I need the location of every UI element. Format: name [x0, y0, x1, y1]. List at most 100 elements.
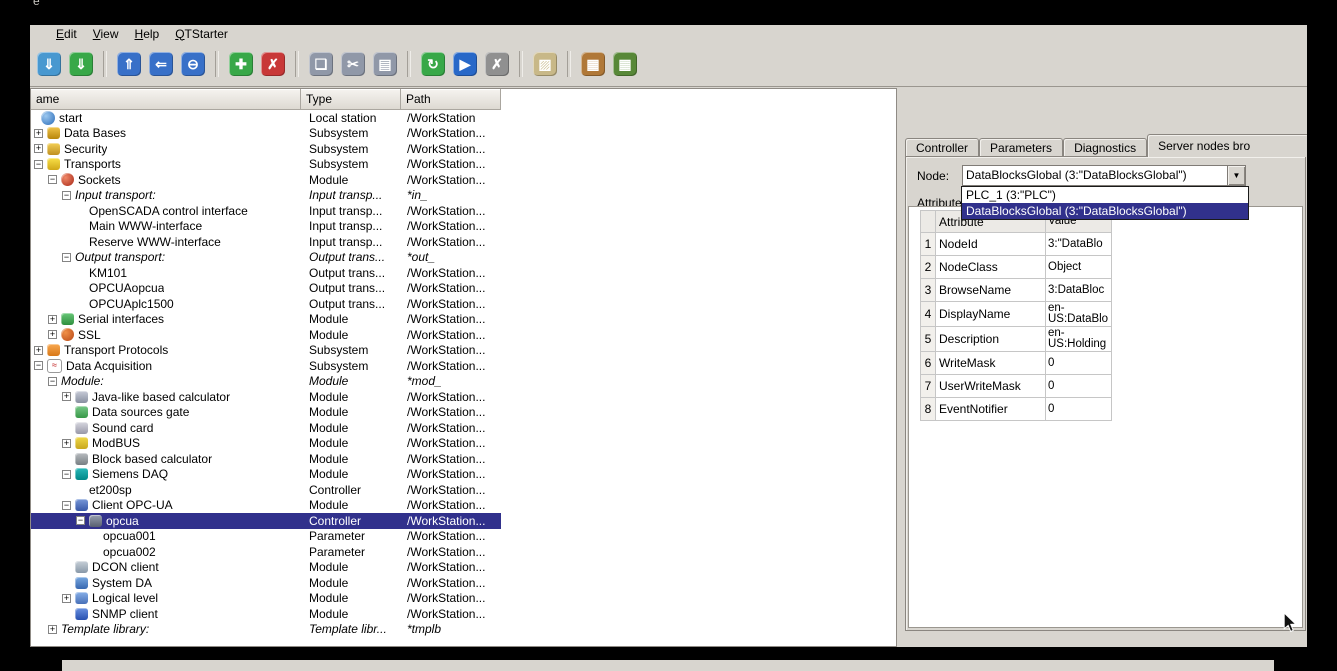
tree-row-dcon-client[interactable]: DCON clientModule/WorkStation... — [31, 560, 501, 576]
menu-item-help[interactable]: Help — [127, 26, 168, 42]
qtstarter-config-button[interactable]: ▦ — [578, 49, 608, 79]
tree-expander-minus-icon[interactable]: − — [34, 361, 43, 370]
tree-row-template-library[interactable]: +Template library:Template libr...*tmplb — [31, 622, 501, 638]
tree-row-data-sources-gate[interactable]: Data sources gateModule/WorkStation... — [31, 405, 501, 421]
tree-row-modbus[interactable]: +ModBUSModule/WorkStation... — [31, 436, 501, 452]
tree-item-path: /WorkStation... — [401, 607, 501, 621]
tree-row-output-transport[interactable]: −Output transport:Output trans...*out_ — [31, 250, 501, 266]
menu-item-qtstarter[interactable]: QTStarter — [167, 26, 236, 42]
tree-row-transports[interactable]: −TransportsSubsystem/WorkStation... — [31, 157, 501, 173]
tree-header-type[interactable]: Type — [301, 89, 401, 110]
tree-row-java-like-based-calculator[interactable]: +Java-like based calculatorModule/WorkSt… — [31, 389, 501, 405]
attr-row-writemask[interactable]: 6WriteMask0 — [921, 352, 1112, 375]
tree-expander-plus-icon[interactable]: + — [48, 315, 57, 324]
up-level-button[interactable]: ⇑ — [114, 49, 144, 79]
tree-expander-plus-icon[interactable]: + — [48, 625, 57, 634]
clean-button[interactable]: ▨ — [530, 49, 560, 79]
attributes-table: Attribute Value 1NodeId3:"DataBlo2NodeCl… — [920, 210, 1112, 421]
tree-row-km101[interactable]: KM101Output trans.../WorkStation... — [31, 265, 501, 281]
tree-row-opcua001[interactable]: opcua001Parameter/WorkStation... — [31, 529, 501, 545]
tree-expander-plus-icon[interactable]: + — [62, 392, 71, 401]
tree-expander-minus-icon[interactable]: − — [62, 191, 71, 200]
tree-row-data-bases[interactable]: +Data BasesSubsystem/WorkStation... — [31, 126, 501, 142]
copy-item-button[interactable]: ❏ — [306, 49, 336, 79]
delete-item-button[interactable]: ✗ — [258, 49, 288, 79]
tree-expander-minus-icon[interactable]: − — [34, 160, 43, 169]
tree-row-module[interactable]: −Module:Module*mod_ — [31, 374, 501, 390]
tree-row-sockets[interactable]: −SocketsModule/WorkStation... — [31, 172, 501, 188]
dropdown-item-plc-1-3-plc[interactable]: PLC_1 (3:"PLC") — [962, 187, 1248, 203]
load-from-db-button[interactable]: ⇓ — [34, 49, 64, 79]
qtstarter-launch-button[interactable]: ▦ — [610, 49, 640, 79]
start-button[interactable]: ▶ — [450, 49, 480, 79]
tree-row-start[interactable]: startLocal station/WorkStation — [31, 110, 501, 126]
toolbar-separator — [407, 51, 411, 77]
tree-expander-minus-icon[interactable]: − — [48, 175, 57, 184]
attr-row-browsename[interactable]: 3BrowseName3:DataBloc — [921, 279, 1112, 302]
tab-server-nodes-bro[interactable]: Server nodes bro — [1147, 134, 1307, 157]
tree-row-security[interactable]: +SecuritySubsystem/WorkStation... — [31, 141, 501, 157]
tree-row-system-da[interactable]: System DAModule/WorkStation... — [31, 575, 501, 591]
tree-row-et200sp[interactable]: et200spController/WorkStation... — [31, 482, 501, 498]
stop-button[interactable]: ✗ — [482, 49, 512, 79]
back-button[interactable]: ⇐ — [146, 49, 176, 79]
tree-row-transport-protocols[interactable]: +Transport ProtocolsSubsystem/WorkStatio… — [31, 343, 501, 359]
tree-expander-minus-icon[interactable]: − — [62, 501, 71, 510]
tree-header-path[interactable]: Path — [401, 89, 501, 110]
forward-button[interactable]: ⊖ — [178, 49, 208, 79]
attr-row-displayname[interactable]: 4DisplayNameen- US:DataBlo — [921, 302, 1112, 327]
tree-item-path: /WorkStation... — [401, 126, 501, 140]
attr-row-nodeid[interactable]: 1NodeId3:"DataBlo — [921, 233, 1112, 256]
tree-row-data-acquisition[interactable]: −Data AcquisitionSubsystem/WorkStation..… — [31, 358, 501, 374]
tab-diagnostics[interactable]: Diagnostics — [1063, 138, 1147, 157]
tab-controller[interactable]: Controller — [905, 138, 979, 157]
paste-item-button[interactable]: ▤ — [370, 49, 400, 79]
node-combobox[interactable]: DataBlocksGlobal (3:"DataBlocksGlobal") … — [962, 165, 1246, 186]
tree-expander-minus-icon[interactable]: − — [76, 516, 85, 525]
tree-row-input-transport[interactable]: −Input transport:Input transp...*in_ — [31, 188, 501, 204]
attr-row-nodeclass[interactable]: 2NodeClassObject — [921, 256, 1112, 279]
tree-expander-plus-icon[interactable]: + — [62, 594, 71, 603]
tree-row-client-opc-ua[interactable]: −Client OPC-UAModule/WorkStation... — [31, 498, 501, 514]
tree-item-label: Client OPC-UA — [92, 498, 173, 512]
tree-row-ssl[interactable]: +SSLModule/WorkStation... — [31, 327, 501, 343]
qtstarter-config-icon: ▦ — [581, 52, 605, 76]
tree-expander-minus-icon[interactable]: − — [48, 377, 57, 386]
dropdown-item-datablocksglobal-3-datablocksglobal[interactable]: DataBlocksGlobal (3:"DataBlocksGlobal") — [962, 203, 1248, 219]
arrow-forward-icon: ⊖ — [181, 52, 205, 76]
tree-expander-plus-icon[interactable]: + — [34, 144, 43, 153]
tree-expander-plus-icon[interactable]: + — [34, 129, 43, 138]
clean-icon: ▨ — [533, 52, 557, 76]
add-item-button[interactable]: ✚ — [226, 49, 256, 79]
save-to-db-button[interactable]: ⇓ — [66, 49, 96, 79]
tree-row-opcua002[interactable]: opcua002Parameter/WorkStation... — [31, 544, 501, 560]
tree-expander-minus-icon[interactable]: − — [62, 470, 71, 479]
attr-row-description[interactable]: 5Descriptionen- US:Holding — [921, 327, 1112, 352]
tree-row-openscada-control-interface[interactable]: OpenSCADA control interfaceInput transp.… — [31, 203, 501, 219]
tree-expander-plus-icon[interactable]: + — [62, 439, 71, 448]
chevron-down-icon[interactable]: ▼ — [1227, 166, 1245, 185]
tree-row-sound-card[interactable]: Sound cardModule/WorkStation... — [31, 420, 501, 436]
refresh-button[interactable]: ↻ — [418, 49, 448, 79]
tree-row-reserve-www-interface[interactable]: Reserve WWW-interfaceInput transp.../Wor… — [31, 234, 501, 250]
transports-icon — [47, 158, 60, 170]
tree-row-opcuaopcua[interactable]: OPCUAopcuaOutput trans.../WorkStation... — [31, 281, 501, 297]
tree-row-opcuaplc1500[interactable]: OPCUAplc1500Output trans.../WorkStation.… — [31, 296, 501, 312]
tree-row-logical-level[interactable]: +Logical levelModule/WorkStation... — [31, 591, 501, 607]
tree-header-name[interactable]: ame — [31, 89, 301, 110]
tree-row-snmp-client[interactable]: SNMP clientModule/WorkStation... — [31, 606, 501, 622]
tree-row-siemens-daq[interactable]: −Siemens DAQModule/WorkStation... — [31, 467, 501, 483]
tree-row-block-based-calculator[interactable]: Block based calculatorModule/WorkStation… — [31, 451, 501, 467]
tree-expander-plus-icon[interactable]: + — [34, 346, 43, 355]
tab-parameters[interactable]: Parameters — [979, 138, 1063, 157]
menu-item-edit[interactable]: Edit — [48, 26, 85, 42]
tree-row-main-www-interface[interactable]: Main WWW-interfaceInput transp.../WorkSt… — [31, 219, 501, 235]
attr-row-eventnotifier[interactable]: 8EventNotifier0 — [921, 398, 1112, 421]
cut-item-button[interactable]: ✂ — [338, 49, 368, 79]
tree-expander-plus-icon[interactable]: + — [48, 330, 57, 339]
tree-expander-minus-icon[interactable]: − — [62, 253, 71, 262]
menu-item-view[interactable]: View — [85, 26, 127, 42]
tree-row-serial-interfaces[interactable]: +Serial interfacesModule/WorkStation... — [31, 312, 501, 328]
attr-row-userwritemask[interactable]: 7UserWriteMask0 — [921, 375, 1112, 398]
tree-row-opcua[interactable]: −opcuaController/WorkStation... — [31, 513, 501, 529]
